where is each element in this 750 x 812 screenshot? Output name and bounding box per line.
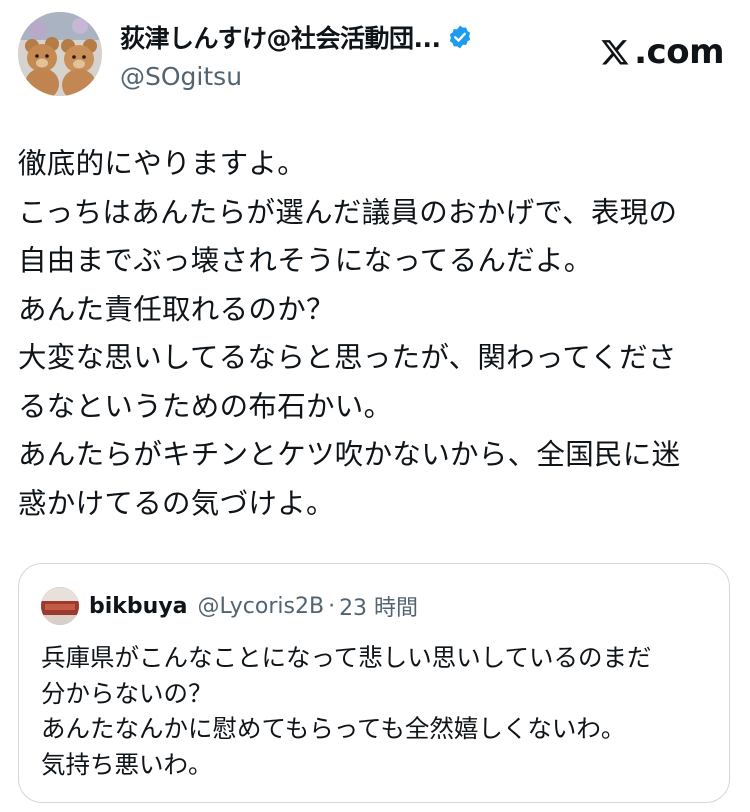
quoted-text-line: 気持ち悪いわ。 (41, 749, 213, 779)
tweet-text-line: こっちはあんたらが選んだ議員のおかげで、表現の (18, 195, 678, 229)
tweet-text-line: あんたらがキチンとケツ吹かないから、全国民に迷 (18, 438, 681, 471)
quoted-tweet-header: bikbuya @Lycoris2B · 23 時間 (41, 586, 418, 626)
quoted-author-avatar[interactable] (41, 587, 79, 625)
site-label: .com (600, 32, 724, 72)
tweet-text-line: 惑かけてるの気づけよ。 (18, 486, 335, 520)
tweet-text: 徹底的にやりますよ。 こっちはあんたらが選んだ議員のおかげで、表現の 自由までぶ… (18, 140, 718, 528)
quoted-tweet-card[interactable]: bikbuya @Lycoris2B · 23 時間 兵庫県がこんなことになって… (18, 563, 730, 803)
quoted-tweet-text: 兵庫県がこんなことになって悲しい思いしているのまだ 分からないの？ あんたなんか… (41, 640, 711, 782)
tweet-text-line: 自由までぶっ壊されそうになってるんだよ。 (18, 244, 593, 277)
quoted-text-line: あんたなんかに慰めてもらっても全然嬉しくないわ。 (41, 714, 626, 743)
author-handle[interactable]: @SOgitsu (120, 62, 540, 91)
author-display-name[interactable]: 荻津しんすけ@社会活動団... (120, 19, 441, 55)
author-avatar[interactable] (18, 12, 102, 96)
quoted-author-handle[interactable]: @Lycoris2B (198, 594, 325, 619)
tweet-header: 荻津しんすけ@社会活動団... @SOgitsu .com (18, 12, 730, 96)
tweet-text-line: 大変な思いしてるならと思ったが、関わってくださ (18, 341, 677, 374)
tweet-text-line: るなというための布石かい。 (18, 389, 393, 423)
tweet-text-line: あんた責任取れるのか？ (18, 292, 335, 326)
site-label-text: .com (634, 32, 724, 72)
x-logo-icon (601, 40, 629, 65)
display-name-row: 荻津しんすけ@社会活動団... (120, 20, 540, 54)
quoted-separator: · (328, 593, 336, 619)
tweet-text-line: 徹底的にやりますよ。 (18, 147, 307, 180)
author-info: 荻津しんすけ@社会活動団... @SOgitsu (120, 20, 540, 91)
quoted-text-line: 分からないの？ (41, 678, 213, 708)
quoted-author-name[interactable]: bikbuya (89, 594, 188, 619)
teddy-bears-avatar-icon (18, 12, 102, 96)
quoted-timestamp[interactable]: 23 時間 (339, 590, 418, 622)
quoted-avatar-image-icon (41, 587, 79, 625)
quoted-text-line: 兵庫県がこんなことになって悲しい思いしているのまだ (41, 643, 652, 672)
verified-badge-icon (449, 25, 470, 49)
